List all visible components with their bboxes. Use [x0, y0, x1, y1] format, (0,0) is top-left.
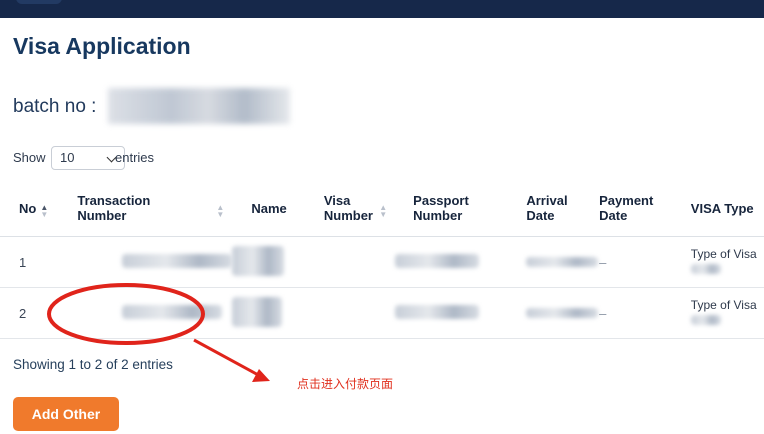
- cell-arrival-date: [508, 236, 600, 288]
- top-navbar: [0, 0, 764, 18]
- header-no[interactable]: No ▲ ▼: [0, 180, 59, 237]
- header-payment-line2: Date: [599, 208, 628, 223]
- table-row: 2 – Type of Visa: [0, 287, 764, 339]
- cell-visa-number: [304, 236, 396, 288]
- header-passport-line1: Passport: [413, 193, 469, 208]
- cell-name: [232, 236, 305, 288]
- sort-icon: ▲ ▼: [40, 203, 49, 219]
- redacted-name: [232, 296, 283, 327]
- cell-no: 1: [0, 236, 59, 288]
- redacted-visa-code: [690, 264, 721, 274]
- annotation-text: 点击进入付款页面: [297, 377, 394, 391]
- add-other-button[interactable]: Add Other: [13, 397, 119, 431]
- redacted-transaction-number: [122, 253, 233, 268]
- header-name-label: Name: [251, 200, 287, 216]
- header-arrival-date[interactable]: Arrival Date: [508, 180, 600, 237]
- cell-name: [232, 287, 305, 339]
- page-title: Visa Application: [13, 33, 191, 59]
- cell-visa-number: [304, 287, 396, 339]
- header-visa-number[interactable]: Visa Number ▲ ▼: [304, 180, 396, 237]
- annotation-arrow-line: [193, 338, 263, 379]
- redacted-batch-number: [108, 88, 290, 124]
- entries-per-page-value: 10: [60, 150, 75, 165]
- cell-transaction-number[interactable]: [58, 236, 233, 288]
- cell-visa-type: Type of Visa: [690, 287, 764, 339]
- batch-heading: batch no :: [13, 96, 96, 118]
- header-passport-line2: Number: [413, 208, 463, 223]
- header-arrival-line1: Arrival: [526, 193, 568, 208]
- header-visa-type[interactable]: VISA Type: [690, 180, 764, 237]
- header-transaction-number[interactable]: Transaction Number ▲ ▼: [58, 180, 233, 237]
- header-transaction-line2: Number: [77, 208, 127, 223]
- sort-icon: ▲ ▼: [379, 203, 388, 219]
- header-visa-type-label: VISA Type: [690, 200, 754, 216]
- annotation-arrow-head: [252, 369, 270, 382]
- visa-type-label: Type of Visa: [690, 247, 757, 261]
- visa-type-label: Type of Visa: [690, 298, 757, 312]
- redacted-visa-code: [690, 315, 721, 325]
- table-info: Showing 1 to 2 of 2 entries: [13, 357, 173, 372]
- cell-passport-number: [395, 287, 509, 339]
- header-payment-date[interactable]: Payment Date: [599, 180, 691, 237]
- header-passport-number[interactable]: Passport Number: [395, 180, 509, 237]
- table-header-row: No ▲ ▼ Transaction Number ▲ ▼ Name Visa Numb…: [0, 180, 764, 237]
- redacted-passport-number: [395, 304, 480, 319]
- entries-label: entries: [115, 150, 155, 165]
- cell-passport-number: [395, 236, 509, 288]
- header-transaction-line1: Transaction: [77, 193, 151, 208]
- show-label: Show: [13, 150, 46, 165]
- header-payment-line1: Payment: [599, 193, 654, 208]
- header-name[interactable]: Name: [232, 180, 305, 237]
- cell-payment-date: –: [599, 287, 691, 339]
- logo[interactable]: [16, 0, 62, 4]
- entries-per-page-select[interactable]: 10: [51, 146, 125, 170]
- header-visa-line1: Visa: [323, 193, 351, 208]
- table-row: 1 – Type of Visa: [0, 236, 764, 288]
- visa-application-table: No ▲ ▼ Transaction Number ▲ ▼ Name Visa Numb…: [0, 180, 764, 339]
- redacted-transaction-number: [122, 304, 223, 319]
- cell-no: 2: [0, 287, 59, 339]
- batch-label: batch no :: [13, 96, 97, 117]
- cell-visa-type: Type of Visa: [690, 236, 764, 288]
- redacted-passport-number: [395, 253, 480, 268]
- header-arrival-line2: Date: [526, 208, 555, 223]
- redacted-arrival-date: [526, 256, 599, 267]
- cell-payment-date: –: [599, 236, 691, 288]
- redacted-arrival-date: [526, 307, 599, 318]
- cell-arrival-date: [508, 287, 600, 339]
- header-no-label: No: [19, 200, 37, 216]
- cell-transaction-number[interactable]: [58, 287, 233, 339]
- sort-icon: ▲ ▼: [216, 203, 225, 219]
- redacted-name: [232, 245, 285, 276]
- header-visa-line2: Number: [323, 208, 373, 223]
